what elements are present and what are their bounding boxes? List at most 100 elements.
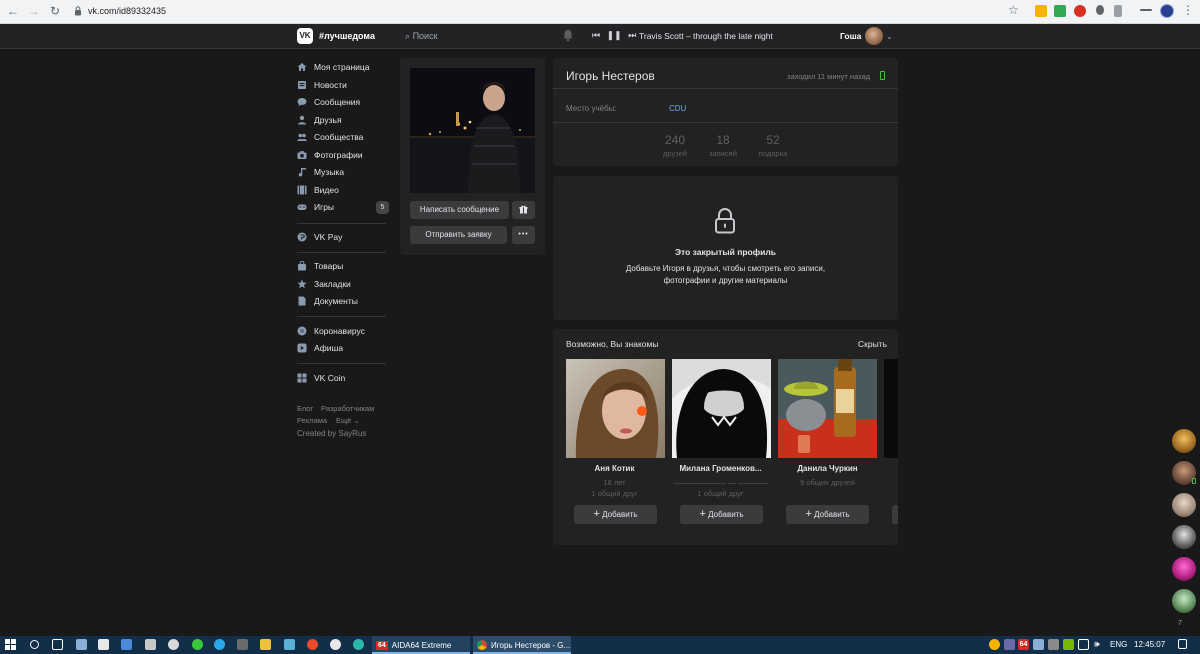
prev-track-icon[interactable]: ⏮ bbox=[592, 30, 600, 40]
search-input[interactable]: ⌕ Поиск bbox=[405, 31, 438, 42]
menu-item-vkcoin[interactable]: VK Coin bbox=[297, 371, 345, 385]
add-friend-button[interactable]: + Добавить bbox=[574, 505, 657, 524]
bookmark-star-icon[interactable]: ☆ bbox=[1008, 3, 1019, 17]
menu-kebab-icon[interactable]: ⋮ bbox=[1182, 3, 1194, 17]
header-user-avatar[interactable] bbox=[865, 27, 883, 45]
suggestion-name[interactable]: Милана Громенков... bbox=[668, 464, 773, 473]
tray-icon[interactable] bbox=[1004, 639, 1015, 650]
nvidia-icon[interactable] bbox=[1063, 639, 1074, 650]
send-request-button[interactable]: Отправить заявку bbox=[410, 226, 507, 244]
menu-item-messages[interactable]: Сообщения bbox=[297, 95, 360, 109]
menu-item-documents[interactable]: Документы bbox=[297, 294, 358, 308]
clock[interactable]: 12:45:07 bbox=[1134, 640, 1165, 649]
menu-item-vkpay[interactable]: VK Pay bbox=[297, 230, 342, 244]
app-icon[interactable] bbox=[145, 639, 156, 650]
menu-item-bookmarks[interactable]: Закладки bbox=[297, 277, 351, 291]
windows-start-icon[interactable] bbox=[5, 639, 16, 650]
menu-item-coronavirus[interactable]: Коронавирус bbox=[297, 324, 365, 338]
app-icon[interactable] bbox=[192, 639, 203, 650]
menu-item-video[interactable]: Видео bbox=[297, 183, 339, 197]
suggestions-hide-link[interactable]: Скрыть bbox=[858, 339, 887, 349]
profile-photo[interactable] bbox=[410, 68, 535, 193]
side-chat-avatar[interactable] bbox=[1172, 429, 1196, 453]
menu-item-photos[interactable]: Фотографии bbox=[297, 148, 363, 162]
pause-icon[interactable]: ❚❚ bbox=[607, 30, 622, 40]
footer-link-developers[interactable]: Разработчикам bbox=[321, 404, 374, 413]
add-friend-button[interactable]: + Добавить bbox=[786, 505, 869, 524]
aida64-tray-icon[interactable]: 64 bbox=[1018, 639, 1029, 650]
network-icon[interactable] bbox=[1078, 639, 1089, 650]
gift-button[interactable] bbox=[512, 201, 535, 219]
task-view-icon[interactable] bbox=[52, 639, 63, 650]
add-friend-button[interactable]: + Добавить bbox=[680, 505, 763, 524]
address-bar[interactable]: vk.com/id89332435 bbox=[88, 6, 166, 16]
volume-icon[interactable]: 🕪 bbox=[1094, 639, 1100, 650]
chevron-down-icon[interactable]: ⌄ bbox=[886, 32, 893, 41]
header-user-name[interactable]: Гоша bbox=[840, 31, 861, 41]
add-friend-button[interactable] bbox=[892, 505, 898, 524]
divider bbox=[553, 88, 898, 89]
suggestion-name[interactable]: Данила Чуркин bbox=[775, 464, 880, 473]
extension-icon[interactable] bbox=[1096, 5, 1104, 15]
mail-icon[interactable] bbox=[121, 639, 132, 650]
menu-item-music[interactable]: Музыка bbox=[297, 165, 344, 179]
steam-icon[interactable] bbox=[76, 639, 87, 650]
suggestion-photo-image bbox=[672, 359, 771, 458]
extension-icon[interactable] bbox=[1035, 5, 1047, 17]
telegram-icon[interactable] bbox=[214, 639, 225, 650]
menu-item-friends[interactable]: Друзья bbox=[297, 113, 342, 127]
menu-item-games[interactable]: Игры bbox=[297, 200, 334, 214]
counter-gifts[interactable]: 52 подарка bbox=[743, 133, 803, 158]
language-indicator[interactable]: ENG bbox=[1110, 640, 1127, 649]
notifications-icon[interactable] bbox=[1178, 639, 1187, 649]
bell-icon[interactable] bbox=[562, 29, 574, 42]
vk-logo-icon[interactable]: VK bbox=[297, 28, 313, 44]
taskbar-app-chrome[interactable]: Игорь Нестеров - G... bbox=[473, 636, 571, 654]
app-icon[interactable] bbox=[168, 639, 179, 650]
next-track-icon[interactable]: ⏭ bbox=[628, 30, 636, 40]
suggestion-photo[interactable] bbox=[672, 359, 771, 458]
reading-list-icon[interactable] bbox=[1140, 9, 1152, 11]
menu-item-market[interactable]: Товары bbox=[297, 259, 343, 273]
side-chat-avatar[interactable] bbox=[1172, 525, 1196, 549]
suggestion-name[interactable]: Аня Котик bbox=[562, 464, 667, 473]
side-chats-count[interactable]: 7 bbox=[1178, 620, 1182, 627]
suggestion-photo[interactable] bbox=[884, 359, 898, 458]
current-track[interactable]: Travis Scott – through the late night bbox=[639, 31, 773, 41]
footer-link-ads[interactable]: Реклама bbox=[297, 416, 327, 425]
side-chat-avatar[interactable] bbox=[1172, 557, 1196, 581]
yandex-icon[interactable] bbox=[330, 639, 341, 650]
app-icon[interactable] bbox=[284, 639, 295, 650]
store-icon[interactable] bbox=[98, 639, 109, 650]
more-actions-button[interactable]: ••• bbox=[512, 226, 535, 244]
profile-avatar[interactable] bbox=[1160, 4, 1174, 18]
extension-icon[interactable] bbox=[1114, 5, 1122, 17]
suggestion-photo[interactable] bbox=[566, 359, 665, 458]
app-icon[interactable] bbox=[307, 639, 318, 650]
extension-icon[interactable] bbox=[1054, 5, 1066, 17]
search-icon[interactable] bbox=[30, 640, 39, 649]
footer-link-blog[interactable]: Блог bbox=[297, 404, 313, 413]
steam-tray-icon[interactable] bbox=[1033, 639, 1044, 650]
tray-icon[interactable] bbox=[1048, 639, 1059, 650]
folder-icon[interactable] bbox=[260, 639, 271, 650]
menu-item-groups[interactable]: Сообщества bbox=[297, 130, 363, 144]
extension-icon[interactable] bbox=[1074, 5, 1086, 17]
menu-item-my-page[interactable]: Моя страница bbox=[297, 60, 370, 74]
write-message-button[interactable]: Написать сообщение bbox=[410, 201, 509, 219]
footer-link-more[interactable]: Ещё ⌄ bbox=[336, 416, 360, 425]
reload-icon[interactable]: ↻ bbox=[48, 4, 62, 18]
app-icon[interactable] bbox=[237, 639, 248, 650]
menu-item-afisha[interactable]: Афиша bbox=[297, 341, 343, 355]
back-icon[interactable]: ← bbox=[6, 4, 20, 18]
study-link[interactable]: CDU bbox=[669, 104, 686, 113]
menu-item-news[interactable]: Новости bbox=[297, 78, 347, 92]
suggestion-photo[interactable] bbox=[778, 359, 877, 458]
side-chat-avatar[interactable] bbox=[1172, 493, 1196, 517]
app-icon[interactable] bbox=[353, 639, 364, 650]
side-chat-avatar[interactable] bbox=[1172, 589, 1196, 613]
taskbar-app-aida64[interactable]: 64 AIDA64 Extreme bbox=[372, 636, 470, 654]
chrome-tray-icon[interactable] bbox=[989, 639, 1000, 650]
header-hashtag[interactable]: #лучшедома bbox=[319, 31, 375, 41]
forward-icon[interactable]: → bbox=[27, 4, 41, 18]
